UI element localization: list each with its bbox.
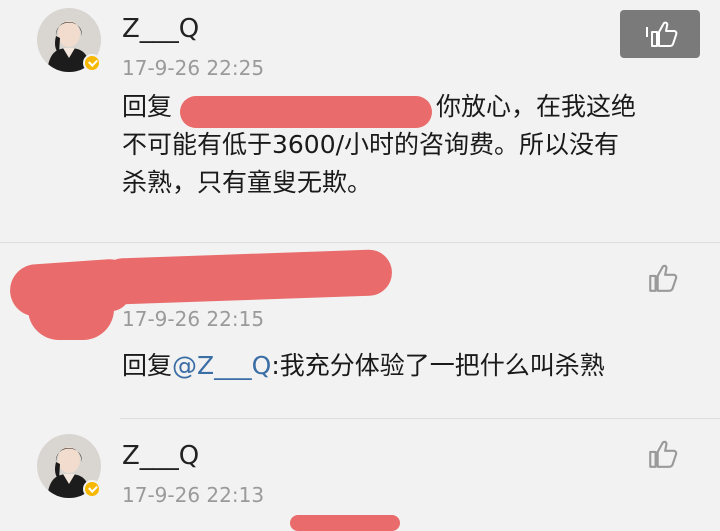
- comment-item: Z___Q 17-9-26 22:13: [0, 419, 720, 531]
- like-button[interactable]: [646, 261, 682, 297]
- redaction-mark: [180, 96, 432, 128]
- reply-prefix: 回复: [122, 351, 173, 380]
- verified-badge-icon: [83, 54, 101, 72]
- comment-timestamp: 17-9-26 22:15: [122, 307, 265, 331]
- plus-one-icon: [646, 27, 648, 37]
- comment-text-line3: 杀熟，只有童叟无欺。: [122, 168, 373, 197]
- like-button[interactable]: [620, 10, 700, 58]
- comment-text-line2: 不可能有低于3600/小时的咨询费。所以没有: [122, 130, 620, 159]
- comment-text-line1: 你放心，在我这绝: [436, 92, 637, 121]
- thumbs-up-icon: [649, 440, 678, 468]
- comment-text: 回复@Z___Q:我充分体验了一把什么叫杀熟: [122, 347, 605, 385]
- comment-item: Z___Q 17-9-26 22:25 回复 你放心，在我这绝 不可能有低于360…: [0, 0, 720, 242]
- avatar[interactable]: [37, 434, 101, 498]
- comment-username[interactable]: Z___Q: [122, 14, 199, 44]
- thumbs-up-icon: [649, 264, 678, 292]
- reply-prefix: 回复: [122, 92, 173, 121]
- verified-badge-icon: [83, 480, 101, 498]
- redaction-mark: [290, 515, 400, 531]
- comment-timestamp: 17-9-26 22:13: [122, 483, 265, 507]
- mention-link[interactable]: @Z___Q: [172, 351, 271, 380]
- comment-username[interactable]: Z___Q: [122, 441, 199, 471]
- comment-timestamp: 17-9-26 22:25: [122, 56, 265, 80]
- thumbs-up-icon: [651, 21, 678, 47]
- comment-text-body: :我充分体验了一把什么叫杀熟: [271, 351, 605, 380]
- like-button[interactable]: [646, 437, 682, 473]
- avatar[interactable]: [37, 8, 101, 72]
